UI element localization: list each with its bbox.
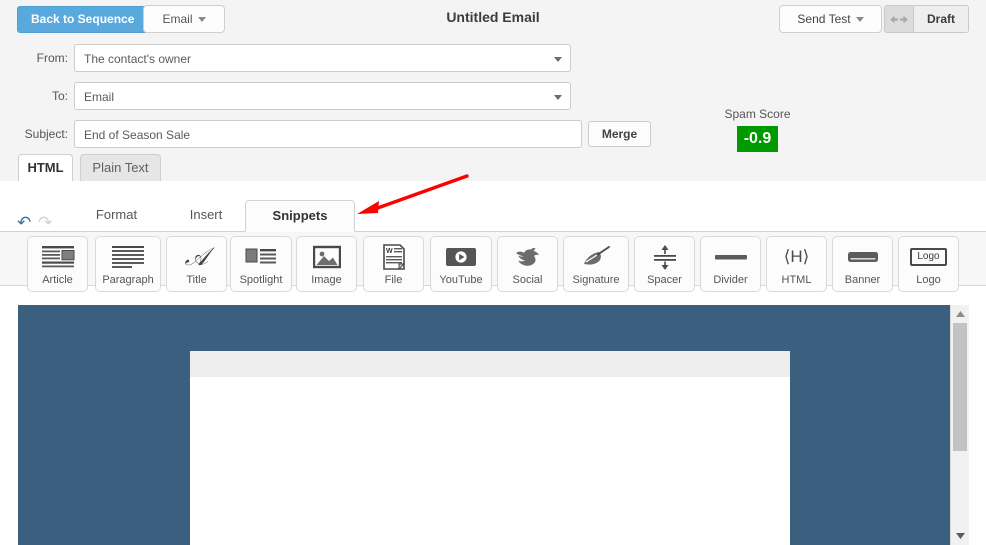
snippet-label: Paragraph [102, 274, 154, 286]
merge-button[interactable]: Merge [588, 121, 651, 147]
snippet-label: Article [42, 274, 73, 286]
banner-icon [833, 237, 892, 273]
html-brackets-icon: ⟨H⟩ [783, 246, 810, 266]
swap-arrows-icon[interactable] [885, 6, 914, 32]
snippet-label: Social [512, 274, 543, 286]
snippet-image[interactable]: Image [296, 236, 357, 292]
youtube-play-icon [431, 237, 491, 273]
email-body-header-strip [190, 351, 790, 377]
snippet-signature[interactable]: Signature [563, 236, 629, 292]
scroll-up-arrow-icon[interactable] [951, 306, 969, 322]
snippet-social[interactable]: Social [497, 236, 558, 292]
snippet-logo[interactable]: Logo Logo [898, 236, 959, 292]
scrollbar-thumb[interactable] [953, 323, 967, 451]
spam-score-label: Spam Score [724, 107, 791, 121]
svg-text:W: W [386, 248, 393, 255]
snippet-label: Signature [572, 274, 620, 286]
email-body-area[interactable] [190, 351, 790, 545]
scroll-down-arrow-icon[interactable] [951, 528, 969, 544]
article-icon [28, 237, 87, 273]
chevron-down-icon [554, 83, 562, 111]
snippet-spotlight[interactable]: Spotlight [230, 236, 292, 292]
email-canvas[interactable] [18, 305, 968, 545]
snippet-html[interactable]: ⟨H⟩ HTML [766, 236, 827, 292]
status-badge[interactable]: Draft [914, 6, 969, 32]
undo-icon[interactable]: ↶ [17, 213, 31, 233]
send-test-button[interactable]: Send Test [779, 5, 882, 33]
spacer-arrows-icon [635, 237, 694, 273]
title-script-a-icon: 𝒜 [184, 241, 209, 271]
snippet-label: Image [311, 274, 342, 286]
spotlight-icon [231, 237, 291, 273]
snippet-label: YouTube [439, 274, 483, 286]
signature-quill-icon [564, 237, 628, 273]
chevron-down-icon [855, 16, 864, 22]
chevron-down-icon [554, 45, 562, 73]
snippet-file[interactable]: W File [363, 236, 424, 292]
tab-insert[interactable]: Insert [178, 200, 234, 232]
to-value: Email [84, 90, 115, 104]
subject-input[interactable]: End of Season Sale [74, 120, 582, 148]
tab-plain-text[interactable]: Plain Text [80, 154, 161, 181]
image-icon [297, 237, 356, 273]
snippet-label: Title [186, 274, 207, 286]
subject-value: End of Season Sale [84, 128, 191, 142]
send-test-label: Send Test [797, 12, 851, 26]
snippet-article[interactable]: Article [27, 236, 88, 292]
content-tab-strip: HTML Plain Text [0, 154, 986, 182]
canvas-vertical-scrollbar[interactable] [950, 305, 969, 545]
snippet-youtube[interactable]: YouTube [430, 236, 492, 292]
email-header-form: From: The contact's owner To: Email Subj… [0, 37, 986, 154]
snippet-toolbar: Article Paragraph 𝒜 Title Spotlight Imag… [0, 232, 986, 292]
to-label: To: [51, 89, 68, 103]
from-label: From: [36, 51, 68, 65]
snippet-spacer[interactable]: Spacer [634, 236, 695, 292]
snippet-label: HTML [781, 274, 812, 286]
from-select[interactable]: The contact's owner [74, 44, 571, 72]
snippet-title[interactable]: 𝒜 Title [166, 236, 227, 292]
spam-score-widget: Spam Score -0.9 [690, 107, 825, 152]
subject-label: Subject: [24, 127, 68, 141]
snippet-divider[interactable]: Divider [700, 236, 761, 292]
logo-box-glyph: Logo [910, 247, 947, 266]
logo-box-icon: Logo [899, 237, 958, 273]
editor-tab-row: ↶ ↷ Format Insert Snippets [0, 200, 986, 233]
tab-html[interactable]: HTML [18, 154, 73, 182]
status-toggle-group: Draft [884, 5, 970, 33]
file-document-icon: W [364, 237, 423, 273]
tab-snippets[interactable]: Snippets [245, 200, 355, 232]
paragraph-icon [96, 237, 160, 273]
snippet-label: Banner [844, 274, 881, 286]
spam-score-value: -0.9 [737, 126, 778, 152]
top-bar: Back to Sequence Email Untitled Email Se… [0, 0, 986, 38]
snippet-label: Divider [713, 274, 748, 286]
snippet-paragraph[interactable]: Paragraph [95, 236, 161, 292]
from-value: The contact's owner [84, 52, 192, 66]
email-editor-app: Back to Sequence Email Untitled Email Se… [0, 0, 986, 545]
snippet-label: Spotlight [239, 274, 283, 286]
snippet-label: File [384, 274, 403, 286]
tab-format[interactable]: Format [85, 200, 148, 232]
snippet-banner[interactable]: Banner [832, 236, 893, 292]
snippet-label: Spacer [647, 274, 682, 286]
to-select[interactable]: Email [74, 82, 571, 110]
social-bird-icon [498, 237, 557, 273]
redo-icon[interactable]: ↷ [38, 213, 52, 233]
divider-bar-icon [701, 237, 760, 273]
editor-panel: ↶ ↷ Format Insert Snippets Article Parag… [0, 181, 986, 545]
snippet-label: Logo [916, 274, 941, 286]
